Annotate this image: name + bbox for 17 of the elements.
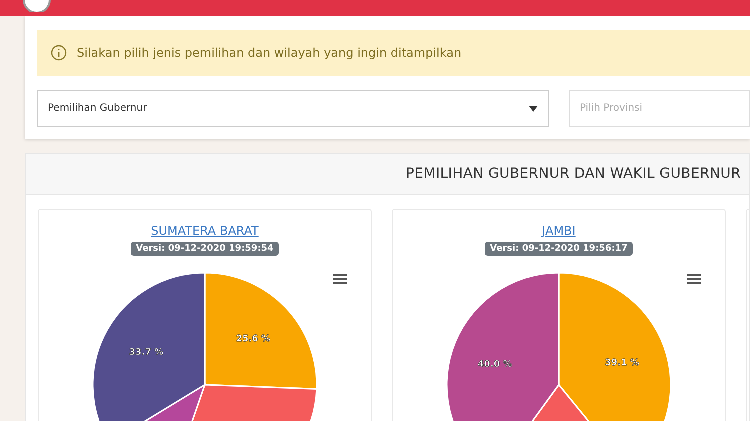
menu-icon[interactable] <box>687 274 701 285</box>
election-type-select[interactable]: Pemilihan Gubernur <box>37 90 549 127</box>
version-badge: Versi: 09-12-2020 19:59:54 <box>131 242 279 256</box>
dropdown-caret-icon <box>529 106 538 112</box>
menu-icon[interactable] <box>333 274 347 285</box>
alert-text: Silakan pilih jenis pemilihan dan wilayah yang ingin ditampilkan <box>77 46 462 60</box>
logo-icon <box>22 0 52 12</box>
slice-label: 33.7 % <box>129 348 164 358</box>
region-link[interactable]: SUMATERA BARAT <box>151 224 259 238</box>
province-field[interactable]: Pilih Provinsi <box>569 90 750 127</box>
slice-label: 40.0 % <box>478 360 512 370</box>
region-link[interactable]: JAMBI <box>542 224 576 238</box>
slice-label: 25.6 % <box>236 334 271 344</box>
panel-title: PEMILIHAN GUBERNUR DAN WAKIL GUBERNUR <box>406 166 741 182</box>
version-badge: Versi: 09-12-2020 19:56:17 <box>485 242 633 256</box>
info-icon <box>51 45 67 61</box>
slice-label: 39.1 % <box>605 358 640 368</box>
